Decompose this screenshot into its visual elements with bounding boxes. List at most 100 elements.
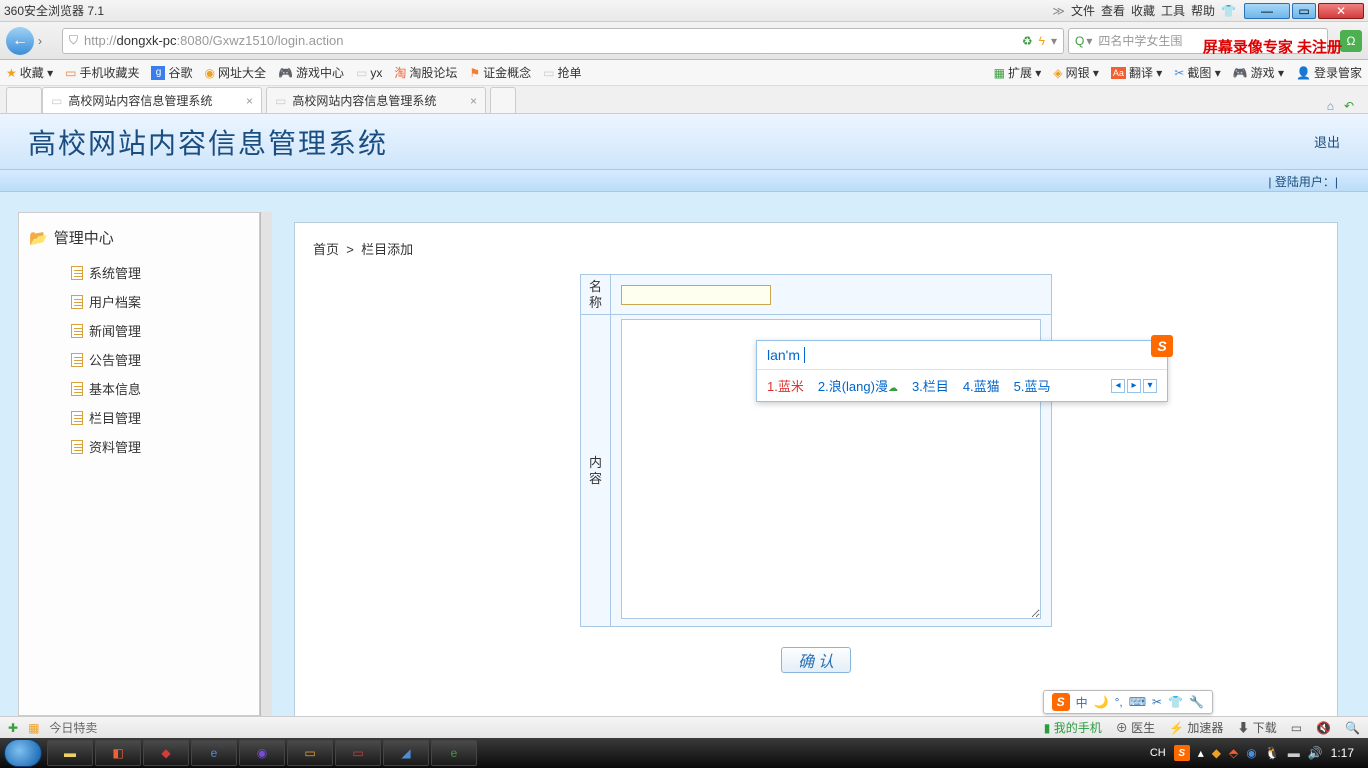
tray-icon-2[interactable]: ⬘ xyxy=(1229,746,1238,760)
bm-game2[interactable]: 🎮游戏 ▾ xyxy=(1233,64,1284,81)
stat-phone[interactable]: ▮ 我的手机 xyxy=(1044,719,1102,736)
bm-sites[interactable]: ◉网址大全 xyxy=(205,64,267,81)
tray-icon-3[interactable]: ◉ xyxy=(1246,746,1256,760)
tab-new[interactable] xyxy=(490,87,516,113)
task-app4[interactable]: ▭ xyxy=(287,740,333,766)
search-engine-icon[interactable]: Q xyxy=(1075,34,1084,48)
tray-lang[interactable]: CH xyxy=(1150,747,1166,759)
more-icon[interactable]: ≫ xyxy=(1052,4,1065,18)
clock[interactable]: 1:17 xyxy=(1331,746,1354,760)
stat-accel[interactable]: ⚡ 加速器 xyxy=(1169,719,1223,736)
tray-icon-4[interactable]: 🐧 xyxy=(1265,746,1280,760)
sidebar-scrollbar[interactable] xyxy=(260,212,272,716)
bm-fav[interactable]: ★收藏 ▾ xyxy=(6,64,53,81)
ime-tray-tool[interactable]: 🔧 xyxy=(1189,695,1204,709)
ime-menu[interactable]: ▾ xyxy=(1143,379,1157,393)
ime-tray-lang[interactable]: 中 xyxy=(1076,694,1088,711)
bm-trans[interactable]: Aа翻译 ▾ xyxy=(1111,64,1162,81)
back-button[interactable]: ← xyxy=(6,27,34,55)
stat-zoom[interactable]: 🔍 xyxy=(1345,721,1360,735)
tray-sound-icon[interactable]: 🔊 xyxy=(1308,746,1323,760)
ime-tray[interactable]: S 中 🌙 °, ⌨ ✂ 👕 🔧 xyxy=(1043,690,1213,714)
task-app3[interactable]: ◉ xyxy=(239,740,285,766)
ime-cand-1[interactable]: 1.蓝米 xyxy=(767,376,804,395)
window-maximize[interactable]: ▭ xyxy=(1292,3,1316,19)
window-minimize[interactable]: — xyxy=(1244,3,1290,19)
home-icon[interactable]: ⌂ xyxy=(1327,99,1334,113)
bm-games[interactable]: 🎮游戏中心 xyxy=(278,64,344,81)
bm-zhengj[interactable]: ⚑证金概念 xyxy=(469,64,531,81)
task-ie[interactable]: e xyxy=(191,740,237,766)
ime-next[interactable]: ▸ xyxy=(1127,379,1141,393)
recycle-icon[interactable]: ♻ xyxy=(1022,34,1033,48)
ime-tray-soft[interactable]: ⌨ xyxy=(1129,695,1146,709)
sidebar-item-notice[interactable]: 公告管理 xyxy=(71,345,249,374)
ime-cand-5[interactable]: 5.蓝马 xyxy=(1014,376,1051,395)
ime-cand-4[interactable]: 4.蓝猫 xyxy=(963,376,1000,395)
today-sale[interactable]: 今日特卖 xyxy=(49,719,97,736)
tray-icon-1[interactable]: ◆ xyxy=(1212,746,1221,760)
ime-tray-punct[interactable]: °, xyxy=(1115,695,1123,709)
plus-icon[interactable]: ✚ xyxy=(8,721,18,735)
url-input[interactable]: ⛉ http://dongxk-pc:8080/Gxwz1510/login.a… xyxy=(62,28,1064,54)
bm-google[interactable]: g谷歌 xyxy=(151,64,192,81)
task-app1[interactable]: ◧ xyxy=(95,740,141,766)
ime-tray-clothes[interactable]: 👕 xyxy=(1168,695,1183,709)
tab-blank[interactable] xyxy=(6,87,42,113)
sidebar-item-material[interactable]: 资料管理 xyxy=(71,432,249,461)
logout-link[interactable]: 退出 xyxy=(1314,132,1340,151)
ime-cand-3[interactable]: 3.栏目 xyxy=(912,376,949,395)
bm-shot[interactable]: ✂截图 ▾ xyxy=(1174,64,1220,81)
forward-button[interactable]: › xyxy=(38,34,58,48)
user-avatar[interactable]: Ω xyxy=(1340,30,1362,52)
bm-mobile[interactable]: ▭手机收藏夹 xyxy=(65,64,139,81)
menu-fav[interactable]: 收藏 xyxy=(1131,2,1155,19)
tray-up-icon[interactable]: ▴ xyxy=(1198,746,1204,760)
sidebar-item-basic[interactable]: 基本信息 xyxy=(71,374,249,403)
lightning-icon[interactable]: ϟ xyxy=(1039,34,1045,48)
bm-ext[interactable]: ▦扩展 ▾ xyxy=(994,64,1042,81)
shield-icon: ⛉ xyxy=(69,33,78,48)
tab-2-close[interactable]: × xyxy=(470,94,477,108)
stat-mute[interactable]: 🔇 xyxy=(1316,721,1331,735)
stat-doctor[interactable]: ⊕ 医生 xyxy=(1116,719,1155,736)
menu-help[interactable]: 帮助 xyxy=(1191,2,1215,19)
ime-tray-moon[interactable]: 🌙 xyxy=(1094,695,1109,709)
menu-tools[interactable]: 工具 xyxy=(1161,2,1185,19)
sidebar-item-user[interactable]: 用户档案 xyxy=(71,287,249,316)
sidebar-item-column[interactable]: 栏目管理 xyxy=(71,403,249,432)
apps-icon[interactable]: ▦ xyxy=(28,721,39,735)
bm-login[interactable]: 👤登录管家 xyxy=(1296,64,1362,81)
bm-yx[interactable]: ▭yx xyxy=(356,66,382,80)
task-app2[interactable]: ◆ xyxy=(143,740,189,766)
menu-view[interactable]: 查看 xyxy=(1101,2,1125,19)
task-app6[interactable]: ◢ xyxy=(383,740,429,766)
menu-file[interactable]: 文件 xyxy=(1071,2,1095,19)
stat-download[interactable]: ⬇ 下载 xyxy=(1237,719,1276,736)
tab-1-close[interactable]: × xyxy=(246,94,253,108)
stat-pip[interactable]: ▭ xyxy=(1291,721,1302,735)
bm-qiang[interactable]: ▭抢单 xyxy=(543,64,581,81)
undo-icon[interactable]: ↶ xyxy=(1344,99,1354,113)
task-explorer[interactable]: ▬ xyxy=(47,740,93,766)
window-close[interactable]: ✕ xyxy=(1318,3,1364,19)
dropdown-icon[interactable]: ▾ xyxy=(1051,34,1057,48)
ime-tray-skin[interactable]: ✂ xyxy=(1152,695,1162,709)
sidebar-item-system[interactable]: 系统管理 xyxy=(71,258,249,287)
tray-icon-5[interactable]: ▬ xyxy=(1288,746,1300,760)
bm-bank[interactable]: ◈网银 ▾ xyxy=(1053,64,1099,81)
tab-1[interactable]: ▭ 高校网站内容信息管理系统 × xyxy=(42,87,262,113)
bm-taogu[interactable]: 淘淘股论坛 xyxy=(394,64,457,81)
confirm-button[interactable]: 确 认 xyxy=(781,647,851,673)
ime-cand-2[interactable]: 2.浪(lang)漫☁ xyxy=(818,376,898,395)
skin-icon[interactable]: 👕 xyxy=(1221,4,1236,18)
name-input[interactable] xyxy=(621,285,771,305)
tab-2[interactable]: ▭ 高校网站内容信息管理系统 × xyxy=(266,87,486,113)
ime-prev[interactable]: ◂ xyxy=(1111,379,1125,393)
sidebar-item-news[interactable]: 新闻管理 xyxy=(71,316,249,345)
start-button[interactable] xyxy=(4,739,42,767)
breadcrumb-home[interactable]: 首页 xyxy=(313,242,339,257)
tray-sogou-icon[interactable]: S xyxy=(1174,745,1190,761)
task-app7[interactable]: e xyxy=(431,740,477,766)
task-app5[interactable]: ▭ xyxy=(335,740,381,766)
